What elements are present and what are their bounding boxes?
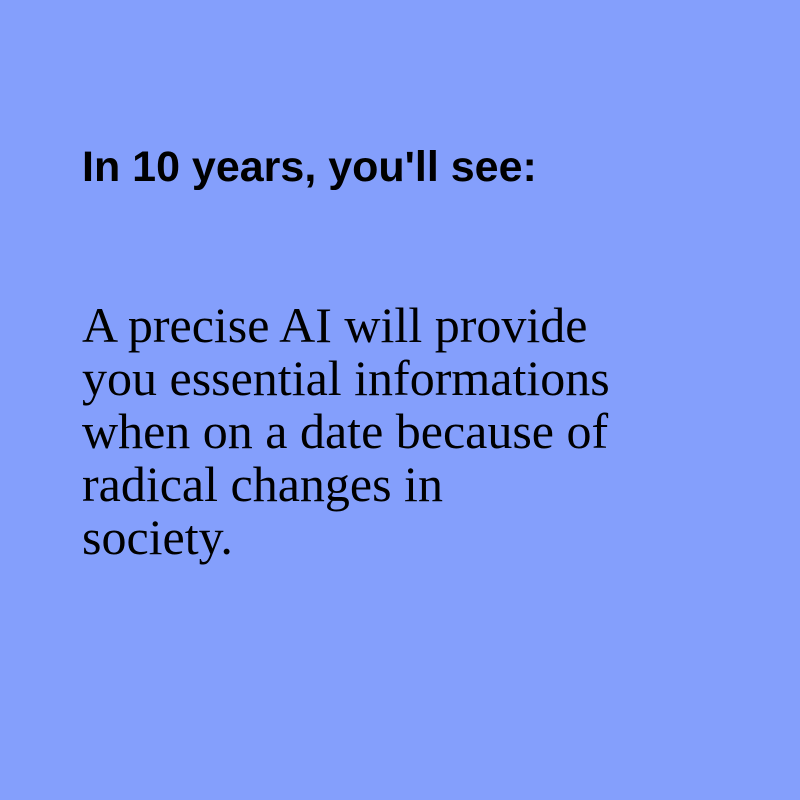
prediction-line: you essential informations <box>82 350 610 406</box>
heading: In 10 years, you'll see: <box>82 143 537 191</box>
prediction-text: A precise AI will provide you essential … <box>82 299 610 564</box>
prediction-line: A precise AI will provide <box>82 297 588 353</box>
quote-card: In 10 years, you'll see: A precise AI wi… <box>0 0 800 800</box>
prediction-line: when on a date because of <box>82 403 609 459</box>
prediction-line: radical changes in <box>82 456 443 512</box>
prediction-line: society. <box>82 509 233 565</box>
